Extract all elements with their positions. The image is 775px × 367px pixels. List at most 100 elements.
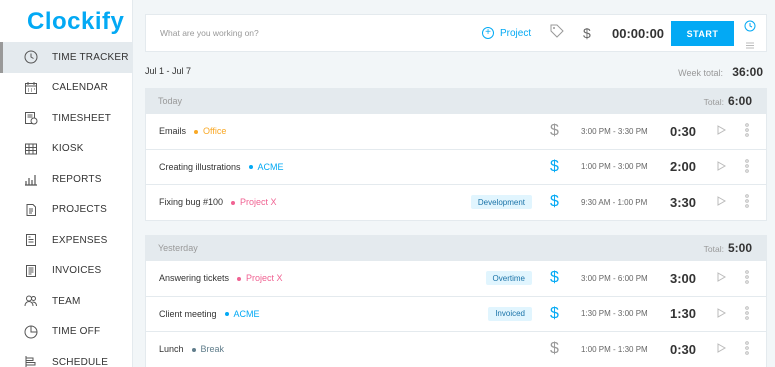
project-name: Office (203, 126, 227, 137)
tag-badge[interactable]: Overtime (485, 271, 532, 286)
entry-description[interactable]: Fixing bug #100 (159, 197, 223, 207)
more-options-icon[interactable] (745, 194, 749, 210)
day-total: Total: 6:00 (704, 94, 752, 108)
more-options-icon[interactable] (745, 158, 749, 175)
sidebar: Clockify TIME TRACKER CALENDAR TIMESHEET KI… (0, 0, 133, 367)
entry-project[interactable]: Project X (231, 197, 277, 207)
project-dot (231, 200, 236, 205)
sidebar-item-timesheet[interactable]: TIMESHEET (0, 103, 132, 134)
time-entry: Client meeting ACME Invoiced $1:30 PM - 3:0… (146, 295, 766, 332)
entry-project[interactable]: Project X (237, 273, 283, 283)
entry-description[interactable]: Emails (159, 126, 186, 136)
billable-dollar-icon[interactable]: $ (550, 305, 559, 323)
entry-description-wrap: Creating illustrations ACME (159, 162, 284, 172)
sidebar-item-time-tracker[interactable]: TIME TRACKER (0, 42, 132, 73)
billable-dollar-icon[interactable]: $ (550, 158, 559, 176)
sidebar-item-team[interactable]: TEAM (0, 286, 132, 317)
start-button[interactable]: START (671, 21, 734, 46)
sidebar-item-schedule[interactable]: SCHEDULE (0, 347, 132, 367)
sidebar-item-invoices[interactable]: INVOICES (0, 256, 132, 287)
play-icon[interactable] (716, 307, 727, 320)
timer-bar: What are you working on? + Project $ 00:… (145, 14, 767, 52)
entry-description-wrap: Answering tickets Project X (159, 273, 283, 283)
week-header: Jul 1 - Jul 7 Week total: 36:00 (145, 65, 767, 80)
entry-duration[interactable]: 0:30 (670, 124, 696, 139)
clockify-logo[interactable]: Clockify (0, 0, 132, 42)
entry-description-wrap: Emails Office (159, 126, 226, 136)
play-icon[interactable] (716, 196, 727, 208)
sidebar-item-kiosk[interactable]: KIOSK (0, 134, 132, 165)
day-total-label: Total: (703, 244, 724, 254)
day-total-label: Total: (703, 97, 724, 107)
projects-icon (24, 203, 38, 217)
timer-mode-icon[interactable] (744, 19, 756, 37)
entry-time-range[interactable]: 1:00 PM - 3:00 PM (581, 162, 648, 171)
sidebar-item-expenses[interactable]: EXPENSES (0, 225, 132, 256)
billable-dollar-icon[interactable]: $ (550, 340, 559, 358)
day-total: Total: 5:00 (704, 241, 752, 255)
time-entry: Creating illustrations ACME $1:00 PM - 3:0… (146, 148, 766, 185)
tag-icon[interactable] (550, 24, 564, 43)
project-dot (224, 312, 229, 317)
play-icon[interactable] (716, 125, 727, 137)
entry-time-range[interactable]: 3:00 PM - 3:30 PM (581, 127, 648, 136)
billable-dollar-icon[interactable]: $ (550, 122, 559, 140)
project-dot (248, 165, 253, 170)
sidebar-item-label: TIMESHEET (52, 112, 112, 124)
tag-badge[interactable]: Development (470, 195, 532, 210)
entry-duration[interactable]: 3:00 (670, 271, 696, 286)
play-icon[interactable] (716, 272, 727, 284)
sidebar-item-reports[interactable]: REPORTS (0, 164, 132, 195)
sidebar-item-label: INVOICES (52, 265, 102, 277)
entry-description[interactable]: Client meeting (159, 309, 217, 319)
entry-time-range[interactable]: 1:00 PM - 1:30 PM (581, 345, 648, 354)
project-button[interactable]: + Project (482, 27, 531, 39)
entry-duration[interactable]: 2:00 (670, 159, 696, 174)
play-icon[interactable] (716, 160, 727, 173)
sidebar-item-label: TIME OFF (52, 326, 101, 338)
project-name: Project X (240, 197, 277, 208)
entry-description[interactable]: Answering tickets (159, 273, 229, 283)
time-entry: Emails Office $3:00 PM - 3:30 PM 0:30 (146, 113, 766, 149)
entry-project[interactable]: ACME (224, 309, 260, 319)
tag-badge[interactable]: Invoiced (488, 306, 532, 321)
day-total-value: 5:00 (727, 241, 752, 255)
day-label: Yesterday (158, 243, 198, 253)
more-options-icon[interactable] (745, 305, 749, 322)
entry-time-range[interactable]: 9:30 AM - 1:00 PM (581, 198, 647, 207)
week-range: Jul 1 - Jul 7 (145, 66, 192, 76)
entry-project[interactable]: ACME (248, 161, 284, 172)
billable-dollar-icon[interactable]: $ (550, 269, 559, 287)
billable-dollar-icon[interactable]: $ (550, 193, 559, 211)
play-icon[interactable] (716, 343, 727, 355)
entry-time-range[interactable]: 3:00 PM - 6:00 PM (581, 274, 648, 283)
billable-toggle[interactable]: $ (583, 25, 591, 41)
project-button-label: Project (500, 27, 532, 39)
entry-description-wrap: Fixing bug #100 Project X (159, 197, 277, 207)
more-options-icon[interactable] (745, 123, 749, 139)
entry-description[interactable]: Lunch (159, 344, 184, 354)
sidebar-item-projects[interactable]: PROJECTS (0, 195, 132, 226)
week-total: 36:00 (732, 65, 763, 79)
entry-duration[interactable]: 1:30 (670, 306, 696, 321)
more-options-icon[interactable] (745, 341, 749, 357)
entry-duration[interactable]: 3:30 (670, 195, 696, 210)
manual-mode-icon[interactable] (745, 37, 755, 55)
invoices-icon (24, 264, 38, 278)
schedule-icon (24, 355, 38, 367)
entry-time-range[interactable]: 1:30 PM - 3:00 PM (581, 309, 648, 318)
sidebar-item-time-off[interactable]: TIME OFF (0, 317, 132, 348)
more-options-icon[interactable] (745, 270, 749, 286)
project-name: Break (200, 344, 225, 355)
sidebar-nav: TIME TRACKER CALENDAR TIMESHEET KIOSK REPORT… (0, 42, 132, 367)
description-input[interactable]: What are you working on? (160, 28, 259, 38)
sidebar-item-label: EXPENSES (52, 234, 108, 246)
entry-description-wrap: Client meeting ACME (159, 309, 260, 319)
kiosk-icon (24, 142, 38, 156)
entry-description[interactable]: Creating illustrations (159, 162, 241, 172)
entry-project[interactable]: Break (191, 344, 225, 355)
project-name: ACME (257, 161, 284, 172)
sidebar-item-calendar[interactable]: CALENDAR (0, 73, 132, 104)
entry-duration[interactable]: 0:30 (670, 342, 696, 357)
entry-project[interactable]: Office (194, 126, 226, 136)
